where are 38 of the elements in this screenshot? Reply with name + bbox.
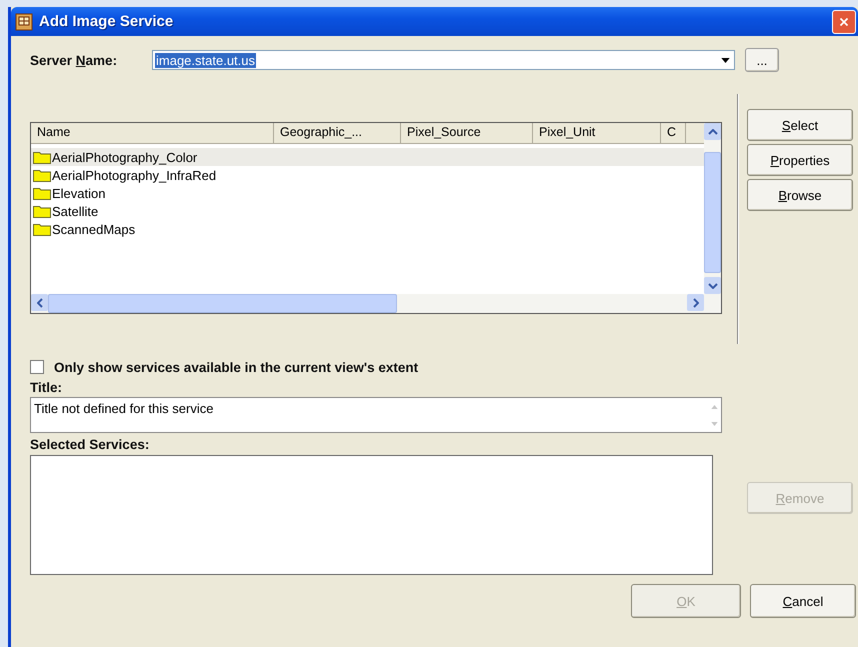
scroll-thumb[interactable]	[704, 152, 721, 273]
folder-icon	[33, 168, 51, 182]
folder-icon	[33, 222, 51, 236]
service-row[interactable]: Elevation	[31, 184, 704, 202]
window-title: Add Image Service	[39, 13, 174, 30]
service-row[interactable]: ScannedMaps	[31, 220, 704, 238]
column-header[interactable]: Pixel_Unit	[533, 123, 661, 143]
app-icon	[15, 12, 33, 30]
server-name-value: image.state.ut.us	[155, 52, 256, 68]
scroll-right-icon[interactable]	[687, 294, 704, 311]
scroll-thumb[interactable]	[48, 294, 397, 313]
select-button[interactable]: Select	[747, 109, 853, 141]
service-row[interactable]: Satellite	[31, 202, 704, 220]
title-label: Title:	[30, 380, 62, 395]
column-header[interactable]: Geographic_...	[274, 123, 401, 143]
close-button[interactable]	[832, 10, 856, 34]
server-name-combo[interactable]: image.state.ut.us	[152, 50, 735, 70]
folder-icon	[33, 150, 51, 164]
horizontal-scrollbar[interactable]	[31, 294, 721, 313]
selected-services-label: Selected Services:	[30, 437, 150, 452]
service-row[interactable]: AerialPhotography_InfraRed	[31, 166, 704, 184]
checkbox[interactable]	[30, 360, 44, 374]
service-row[interactable]: AerialPhotography_Color	[31, 148, 704, 166]
column-header[interactable]: Pixel_Source	[401, 123, 533, 143]
browse-button[interactable]: Browse	[747, 179, 853, 211]
server-name-label: Server Name:	[30, 52, 118, 68]
folder-icon	[33, 204, 51, 218]
vertical-scrollbar[interactable]	[704, 123, 721, 294]
scroll-up-icon[interactable]	[704, 123, 721, 140]
browse-server-button[interactable]: ...	[745, 48, 779, 72]
column-header[interactable]: Name	[31, 123, 274, 143]
checkbox-label: Only show services available in the current view's extent	[54, 360, 418, 374]
scroll-left-icon[interactable]	[31, 294, 48, 311]
cancel-button[interactable]: Cancel	[750, 584, 856, 618]
folder-icon	[33, 186, 51, 200]
scroll-down-icon[interactable]	[704, 277, 721, 294]
properties-button[interactable]: Properties	[747, 144, 853, 176]
column-header[interactable]: C	[661, 123, 686, 143]
